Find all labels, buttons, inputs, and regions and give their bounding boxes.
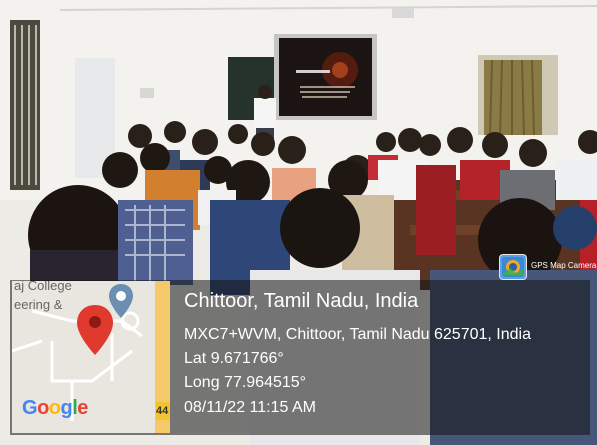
- datetime-text: 08/11/22 11:15 AM: [184, 399, 316, 416]
- address-text: MXC7+WVM, Chittoor, Tamil Nadu 625701, I…: [184, 326, 531, 343]
- gps-map-camera-icon: [499, 254, 527, 280]
- map-label-engineering: eering &: [14, 297, 63, 312]
- place-marker-icon: [109, 284, 133, 318]
- location-title: Chittoor, Tamil Nadu, India: [184, 290, 419, 312]
- longitude-text: Long 77.964515°: [184, 374, 307, 391]
- highway-number-badge: 44: [156, 402, 170, 420]
- google-logo: Google: [22, 397, 88, 419]
- location-map-thumbnail[interactable]: aj College eering & Google: [12, 281, 170, 433]
- map-label-college: aj College: [14, 281, 72, 293]
- app-name-label: GPS Map Camera: [531, 261, 597, 270]
- latitude-text: Lat 9.671766°: [184, 350, 284, 367]
- photo-frame: aj College eering & Google 44 Chittoor, …: [0, 0, 597, 445]
